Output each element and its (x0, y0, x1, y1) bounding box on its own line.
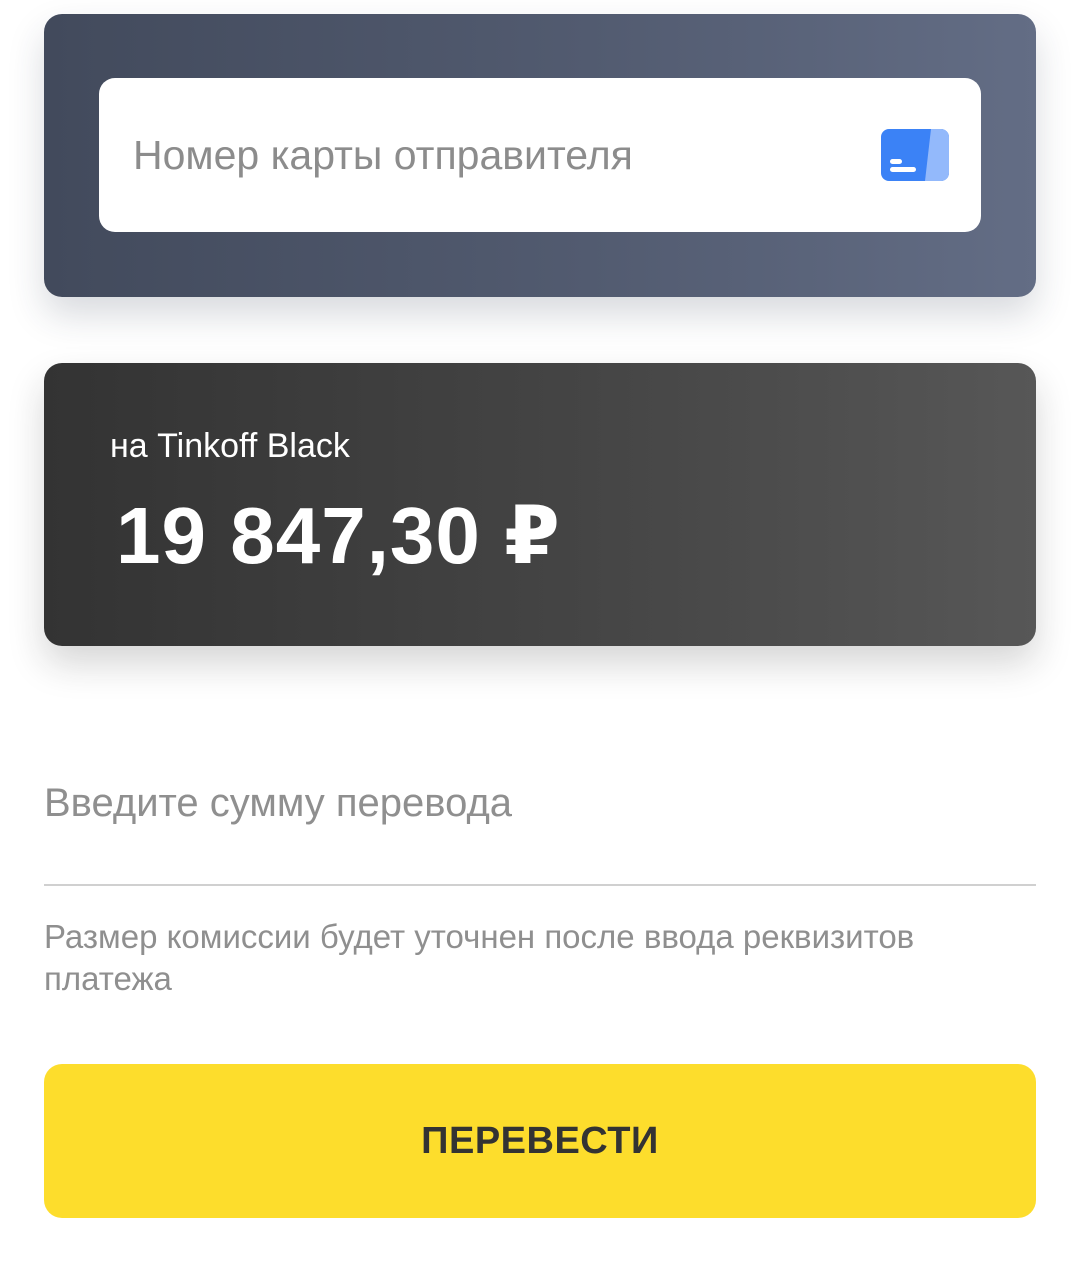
recipient-card-panel: на Tinkoff Black 19 847,30 ₽ (44, 363, 1036, 646)
amount-input-underline (44, 884, 1036, 886)
transfer-form: на Tinkoff Black 19 847,30 ₽ Размер коми… (0, 0, 1080, 1266)
sender-card-panel (44, 14, 1036, 297)
sender-card-number-input[interactable] (133, 78, 853, 232)
recipient-card-label: на Tinkoff Black (110, 427, 350, 465)
transfer-amount-input[interactable] (44, 760, 1036, 846)
card-icon[interactable] (881, 129, 949, 181)
sender-card-field[interactable] (99, 78, 981, 232)
transfer-button[interactable]: ПЕРЕВЕСТИ (44, 1064, 1036, 1218)
commission-note: Размер комиссии будет уточнен после ввод… (44, 918, 915, 997)
recipient-balance: 19 847,30 ₽ (116, 491, 561, 580)
